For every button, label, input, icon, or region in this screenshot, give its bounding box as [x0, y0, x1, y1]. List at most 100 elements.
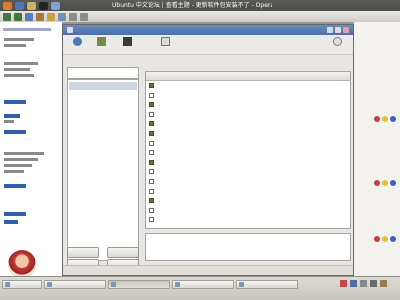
- package-checkbox[interactable]: [149, 121, 154, 127]
- latest-version: [294, 149, 348, 156]
- apply-label: [117, 47, 137, 52]
- mark-all-icon: [97, 37, 106, 46]
- table-row[interactable]: [146, 82, 350, 89]
- latest-version: [294, 140, 348, 147]
- sections-button[interactable]: [67, 247, 99, 258]
- maximize-icon[interactable]: [335, 27, 341, 33]
- table-row[interactable]: [146, 216, 350, 223]
- installed-version: [242, 82, 290, 89]
- package-checkbox[interactable]: [149, 102, 154, 108]
- table-row[interactable]: [146, 140, 350, 147]
- top-panel: Ubuntu 中文论坛 | 查看主题 - 更新软件包安装不了 - Opera 9…: [0, 0, 400, 22]
- keyboard-icon[interactable]: [380, 280, 387, 287]
- latest-version: [294, 216, 348, 223]
- print-icon[interactable]: [80, 12, 88, 21]
- latest-version: [294, 159, 348, 166]
- taskbar-item[interactable]: [172, 280, 234, 289]
- reload-button[interactable]: [67, 37, 87, 53]
- sidebar-link[interactable]: [4, 184, 26, 188]
- table-row[interactable]: [146, 92, 350, 99]
- column-installed-version[interactable]: [242, 72, 290, 81]
- reload-icon: [73, 37, 82, 46]
- package-checkbox[interactable]: [149, 207, 154, 213]
- package-checkbox[interactable]: [149, 198, 154, 204]
- table-row[interactable]: [146, 168, 350, 175]
- window-icon: [175, 282, 180, 287]
- taskbar-item[interactable]: [236, 280, 298, 289]
- package-checkbox[interactable]: [149, 131, 154, 136]
- globe-icon[interactable]: [15, 1, 24, 10]
- volume-icon[interactable]: [350, 280, 357, 287]
- taskbar-item[interactable]: [44, 280, 106, 289]
- clock[interactable]: [328, 1, 396, 10]
- column-status[interactable]: [148, 72, 158, 81]
- mark-all-button[interactable]: [91, 37, 111, 53]
- column-latest-version[interactable]: [294, 72, 348, 81]
- search-button[interactable]: [327, 37, 347, 53]
- taskbar-item-active[interactable]: [108, 280, 170, 289]
- filter-label: [67, 57, 127, 65]
- sidebar-link[interactable]: [4, 100, 26, 104]
- package-checkbox[interactable]: [149, 179, 154, 184]
- package-checkbox[interactable]: [149, 111, 154, 117]
- forum-content-right: [354, 22, 400, 276]
- package-checkbox[interactable]: [149, 169, 154, 175]
- ubuntu-logo-icon[interactable]: [3, 1, 12, 10]
- table-row[interactable]: [146, 197, 350, 204]
- package-checkbox[interactable]: [149, 92, 154, 98]
- sidebar-link[interactable]: [4, 114, 20, 118]
- category-list[interactable]: [67, 79, 139, 261]
- close-icon[interactable]: [343, 27, 349, 33]
- forward-icon[interactable]: [14, 12, 22, 21]
- sidebar-link[interactable]: [4, 212, 26, 216]
- terminal-icon[interactable]: [39, 1, 48, 10]
- latest-version: [294, 82, 348, 89]
- table-row[interactable]: [146, 120, 350, 127]
- package-checkbox[interactable]: [149, 159, 154, 165]
- table-row[interactable]: [146, 101, 350, 108]
- status-button[interactable]: [107, 247, 139, 258]
- home-icon[interactable]: [36, 12, 44, 21]
- latest-version: [294, 178, 348, 185]
- package-checkbox[interactable]: [149, 188, 154, 194]
- table-row[interactable]: [146, 188, 350, 195]
- taskbar-item[interactable]: [2, 280, 42, 289]
- forum-nav-bar[interactable]: [3, 28, 51, 31]
- apply-button[interactable]: [117, 37, 137, 53]
- update-icon[interactable]: [360, 280, 367, 287]
- reload-icon[interactable]: [25, 12, 33, 21]
- category-item-selected[interactable]: [69, 82, 137, 90]
- properties-button[interactable]: [155, 37, 175, 53]
- window-menu-icon[interactable]: [67, 27, 73, 33]
- bookmark-icon[interactable]: [47, 12, 55, 21]
- bottom-status-text: [4, 291, 204, 300]
- column-package[interactable]: [160, 72, 230, 81]
- package-checkbox[interactable]: [149, 150, 154, 156]
- network-icon[interactable]: [340, 280, 347, 287]
- window-icon: [5, 282, 10, 287]
- table-row[interactable]: [146, 111, 350, 118]
- back-icon[interactable]: [3, 12, 11, 21]
- sidebar-link[interactable]: [4, 220, 18, 224]
- sidebar-link[interactable]: [4, 130, 26, 134]
- package-checkbox[interactable]: [149, 217, 154, 223]
- mail-icon[interactable]: [58, 12, 66, 21]
- table-row[interactable]: [146, 159, 350, 166]
- table-row[interactable]: [146, 178, 350, 185]
- window-title: Ubuntu 中文论坛 | 查看主题 - 更新软件包安装不了 - Opera 9…: [112, 2, 272, 9]
- package-checkbox[interactable]: [149, 140, 154, 146]
- power-icon[interactable]: [370, 280, 377, 287]
- reload-label: [67, 47, 87, 52]
- package-checkbox[interactable]: [149, 83, 154, 88]
- folder-icon[interactable]: [27, 1, 36, 10]
- table-row[interactable]: [146, 207, 350, 214]
- category-selector[interactable]: [67, 67, 139, 79]
- package-manager-window: [62, 24, 354, 276]
- system-tray: [336, 279, 396, 289]
- chat-icon[interactable]: [69, 12, 77, 21]
- dialog-titlebar[interactable]: [63, 25, 353, 35]
- minimize-icon[interactable]: [327, 27, 333, 33]
- help-icon[interactable]: [51, 1, 60, 10]
- table-row[interactable]: [146, 149, 350, 156]
- table-row[interactable]: [146, 130, 350, 137]
